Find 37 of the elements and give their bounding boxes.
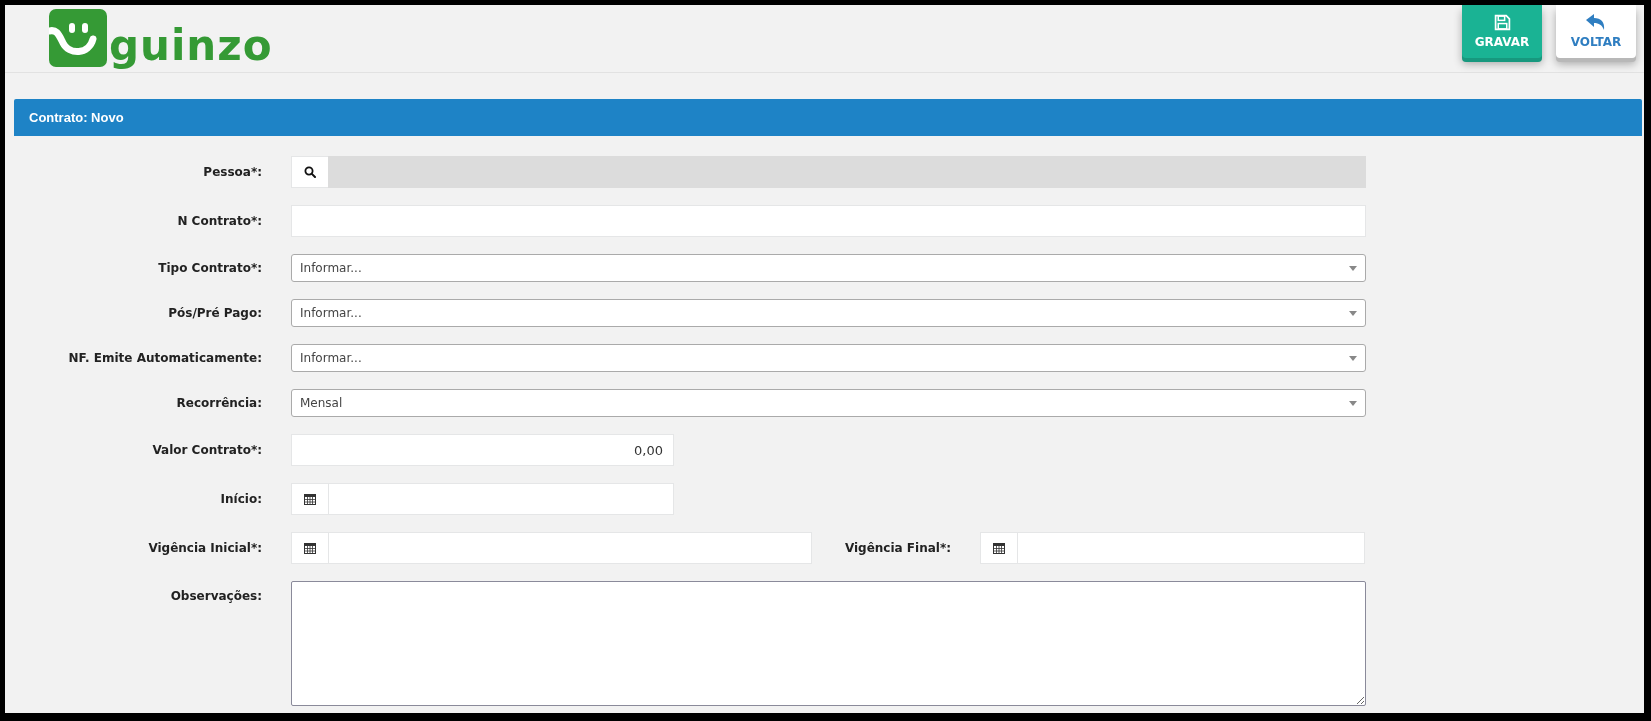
panel-header: Contrato: Novo (14, 99, 1642, 136)
field-label: Observações: (169, 589, 262, 603)
field-label: NF. Emite Automaticamente: (67, 351, 262, 365)
field-label: Pós/Pré Pago: (167, 306, 262, 320)
date-field[interactable] (328, 532, 812, 564)
notes-textarea[interactable] (291, 581, 1366, 706)
calendar-button[interactable] (980, 532, 1018, 564)
calendar-icon (993, 542, 1005, 554)
field-label: Início: (219, 492, 262, 506)
select-field[interactable]: Informar... (291, 299, 1366, 327)
field-label: Tipo Contrato*: (157, 261, 262, 275)
caret-icon (1349, 355, 1357, 361)
caret-icon (1349, 400, 1357, 406)
date-field[interactable] (328, 483, 674, 515)
field-label: N Contrato*: (176, 214, 262, 228)
reply-arrow-icon (1586, 14, 1606, 31)
search-icon (304, 166, 316, 178)
field-label: Vigência Inicial*: (147, 541, 262, 555)
logo-text: guinzo (109, 25, 273, 67)
field-label: Pessoa*: (202, 165, 262, 179)
calendar-icon (304, 493, 316, 505)
select-field[interactable]: Informar... (291, 344, 1366, 372)
field-label: Vigência Final*: (843, 541, 951, 555)
smiley-logo-icon (49, 9, 107, 67)
field-label: Recorrência: (175, 396, 262, 410)
calendar-button[interactable] (291, 483, 329, 515)
amount-field[interactable]: 0,00 (291, 434, 674, 466)
caret-icon (1349, 265, 1357, 271)
date-field[interactable] (1017, 532, 1365, 564)
caret-icon (1349, 310, 1357, 316)
select-field[interactable]: Mensal (291, 389, 1366, 417)
search-button[interactable] (291, 156, 329, 188)
field-label: Valor Contrato*: (151, 443, 262, 457)
calendar-button[interactable] (291, 532, 329, 564)
calendar-icon (304, 542, 316, 554)
input-field[interactable] (291, 205, 1366, 237)
select-field[interactable]: Informar... (291, 254, 1366, 282)
